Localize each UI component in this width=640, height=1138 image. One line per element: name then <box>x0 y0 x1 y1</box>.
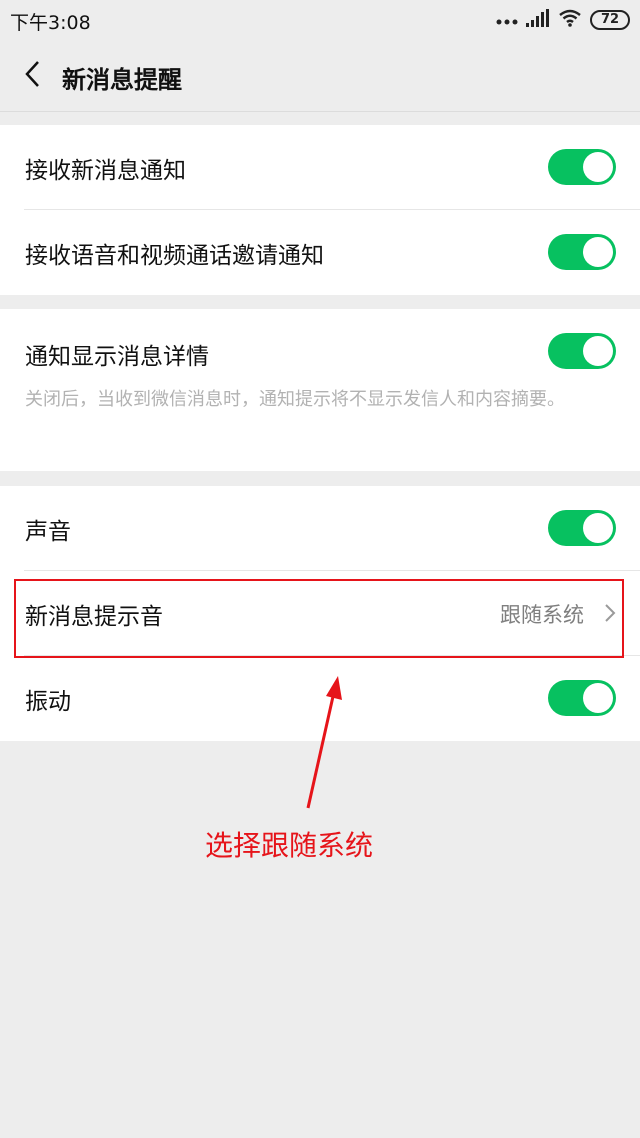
status-time: 下午3:08 <box>10 12 91 34</box>
highlight-box <box>14 579 624 658</box>
toggle-knob <box>583 683 613 713</box>
toggle-show-details[interactable] <box>548 333 616 369</box>
row-label: 接收语音和视频通话邀请通知 <box>25 243 324 269</box>
back-arrow-icon <box>24 60 40 92</box>
nav-bar: 新消息提醒 <box>0 40 640 112</box>
row-show-details[interactable]: 通知显示消息详情 关闭后，当收到微信消息时，通知提示将不显示发信人和内容摘要。 <box>0 309 640 471</box>
toggle-vibrate[interactable] <box>548 680 616 716</box>
row-receive-new-message[interactable]: 接收新消息通知 <box>0 125 640 210</box>
battery-indicator: 72 <box>590 10 630 30</box>
wifi-icon <box>558 9 582 31</box>
status-bar: 下午3:08 72 <box>0 0 640 40</box>
page-title: 新消息提醒 <box>62 66 182 94</box>
annotation-arrow-icon <box>290 668 350 817</box>
signal-icon <box>526 9 550 31</box>
annotation-text: 选择跟随系统 <box>205 829 374 862</box>
toggle-knob <box>583 237 613 267</box>
toggle-receive-new-message[interactable] <box>548 149 616 185</box>
toggle-knob <box>583 336 613 366</box>
settings-group-details: 通知显示消息详情 关闭后，当收到微信消息时，通知提示将不显示发信人和内容摘要。 <box>0 309 640 471</box>
row-label: 通知显示消息详情 <box>25 344 209 370</box>
toggle-knob <box>583 152 613 182</box>
row-sound[interactable]: 声音 <box>0 486 640 571</box>
row-label: 声音 <box>25 519 71 545</box>
more-dots-icon <box>496 11 518 30</box>
row-call-invite[interactable]: 接收语音和视频通话邀请通知 <box>0 210 640 295</box>
row-label: 接收新消息通知 <box>25 158 186 184</box>
row-description: 关闭后，当收到微信消息时，通知提示将不显示发信人和内容摘要。 <box>25 389 565 410</box>
status-icons: 72 <box>496 8 630 32</box>
toggle-sound[interactable] <box>548 510 616 546</box>
settings-group-notifications: 接收新消息通知 接收语音和视频通话邀请通知 <box>0 125 640 295</box>
row-label: 振动 <box>25 689 71 715</box>
back-button[interactable] <box>14 58 50 94</box>
toggle-knob <box>583 513 613 543</box>
toggle-call-invite[interactable] <box>548 234 616 270</box>
